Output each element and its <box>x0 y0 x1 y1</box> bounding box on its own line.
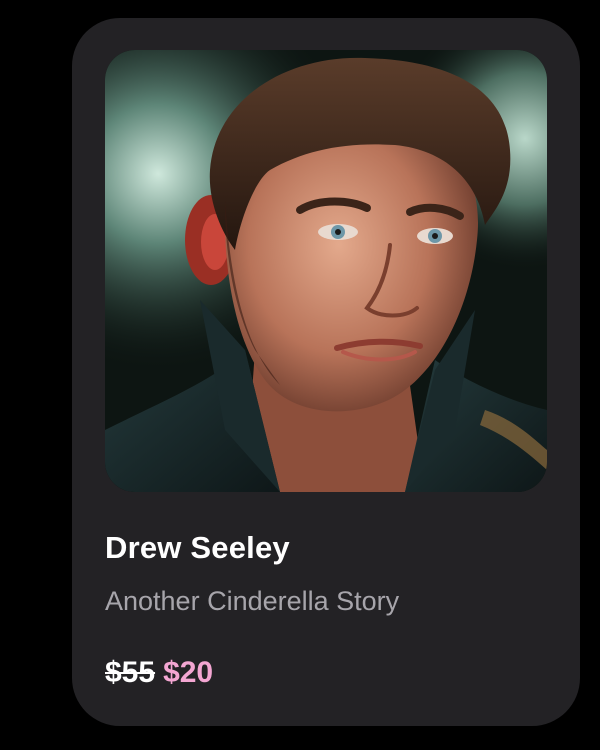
profile-photo <box>105 50 547 492</box>
sale-price: $20 <box>163 656 214 689</box>
profile-card[interactable]: Drew Seeley Another Cinderella Story $55… <box>72 18 580 726</box>
portrait-image <box>105 50 547 492</box>
price-row: $55 $20 <box>105 656 213 690</box>
movie-title: Another Cinderella Story <box>105 586 400 616</box>
actor-name: Drew Seeley <box>105 530 290 565</box>
original-price: $55 <box>105 656 156 689</box>
